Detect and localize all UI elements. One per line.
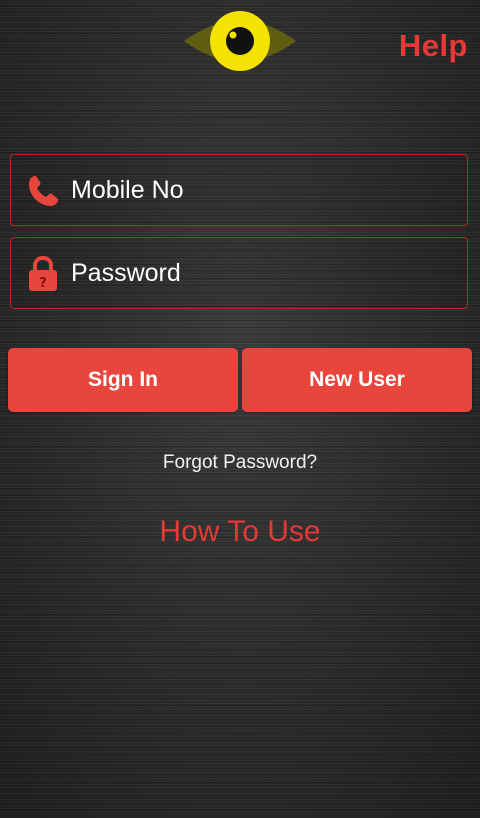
mobile-number-field[interactable] xyxy=(10,154,468,226)
forgot-password-link[interactable]: Forgot Password? xyxy=(0,452,480,474)
password-input[interactable] xyxy=(71,238,451,308)
password-field[interactable]: ? xyxy=(10,237,468,309)
how-to-use-link[interactable]: How To Use xyxy=(0,515,480,549)
help-link[interactable]: Help xyxy=(399,28,468,64)
svg-text:?: ? xyxy=(39,276,47,291)
new-user-button[interactable]: New User xyxy=(242,348,472,412)
mobile-number-input[interactable] xyxy=(71,155,451,225)
phone-icon xyxy=(29,176,58,206)
lock-icon: ? xyxy=(29,256,57,291)
eye-icon xyxy=(184,11,296,71)
sign-in-button[interactable]: Sign In xyxy=(8,348,238,412)
